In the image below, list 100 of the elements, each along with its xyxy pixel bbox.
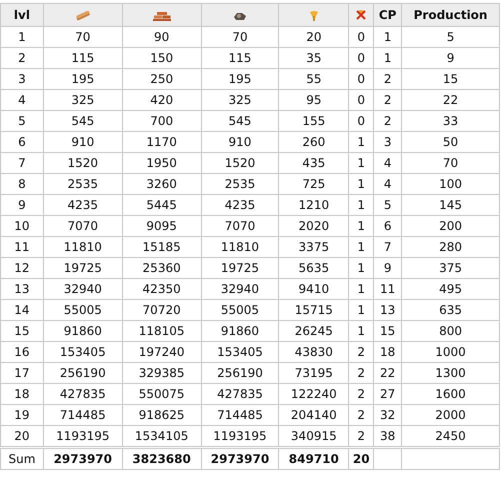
table-cell: 14 (0, 300, 44, 320)
table-cell: 145 (402, 194, 500, 216)
column-header: CP (374, 4, 402, 26)
table-cell: 9 (374, 258, 402, 278)
table-cell: 11810 (201, 236, 279, 258)
table-cell: 13 (374, 300, 402, 320)
table-cell: 325 (43, 90, 122, 110)
table-cell: 27 (374, 384, 402, 404)
table-cell: 15185 (122, 236, 202, 258)
table-cell: 115 (201, 48, 279, 68)
table-cell: 635 (402, 300, 500, 320)
table-cell: 1520 (201, 152, 279, 174)
bricks-icon (152, 10, 171, 21)
table-cell: 115 (43, 48, 122, 68)
table-cell: 32940 (43, 278, 122, 300)
table-cell: 0 (348, 90, 374, 110)
table-cell: 70 (43, 26, 122, 48)
table-cell: 197240 (122, 342, 202, 362)
table-cell: 90 (122, 26, 202, 48)
table-cell: 2 (374, 68, 402, 90)
table-cell: 55005 (201, 300, 279, 320)
table-cell: 19725 (43, 258, 122, 278)
table-cell: 1 (348, 300, 374, 320)
table-cell: 5 (374, 194, 402, 216)
table-cell: 20 (0, 426, 44, 448)
table-cell: 7 (374, 236, 402, 258)
table-cell: 545 (201, 110, 279, 132)
table-cell: 7070 (201, 216, 279, 236)
table-cell: 250 (122, 68, 202, 90)
table-cell: 4235 (43, 194, 122, 216)
table-cell: 1 (348, 152, 374, 174)
crossed-wheat-icon (356, 10, 366, 20)
table-cell: 55005 (43, 300, 122, 320)
sum-cell: 2973970 (201, 448, 279, 470)
table-cell: 1 (348, 258, 374, 278)
table-cell: 18 (0, 384, 44, 404)
table-cell: 1 (348, 194, 374, 216)
table-cell: 714485 (201, 404, 279, 426)
table-cell: 33 (402, 110, 500, 132)
sum-cell: 3823680 (122, 448, 202, 470)
table-cell: 5445 (122, 194, 202, 216)
table-cell: 918625 (122, 404, 202, 426)
table-cell: 15 (374, 320, 402, 342)
table-cell: 2 (0, 48, 44, 68)
sum-cell: 20 (348, 448, 374, 470)
table-cell: 1 (374, 26, 402, 48)
table-cell: 15715 (278, 300, 349, 320)
table-cell: 1000 (402, 342, 500, 362)
table-cell: 11 (0, 236, 44, 258)
table-cell: 22 (402, 90, 500, 110)
table-cell: 375 (402, 258, 500, 278)
table-cell: 4 (374, 174, 402, 194)
table-cell: 910 (201, 132, 279, 152)
column-header: lvl (0, 4, 44, 26)
table-cell: 20 (278, 26, 349, 48)
table-cell: 1300 (402, 362, 500, 384)
table-cell: 0 (348, 48, 374, 68)
table-cell: 1520 (43, 152, 122, 174)
table-cell: 4235 (201, 194, 279, 216)
table-cell: 6 (374, 216, 402, 236)
table-cell: 43830 (278, 342, 349, 362)
table-cell: 7070 (43, 216, 122, 236)
table-cell: 2 (374, 110, 402, 132)
table-cell: 256190 (201, 362, 279, 384)
table-cell: 9 (402, 48, 500, 68)
table-cell: 1 (348, 236, 374, 258)
table-cell: 50 (402, 132, 500, 152)
table-cell: 25360 (122, 258, 202, 278)
table-cell: 100 (402, 174, 500, 194)
table-cell: 118105 (122, 320, 202, 342)
table-cell: 204140 (278, 404, 349, 426)
table-cell: 9095 (122, 216, 202, 236)
table-cell: 195 (201, 68, 279, 90)
column-header: Production (402, 4, 500, 26)
table-cell: 2 (348, 404, 374, 426)
table-cell: 545 (43, 110, 122, 132)
table-cell: 910 (43, 132, 122, 152)
table-cell: 15 (402, 68, 500, 90)
table-cell: 325 (201, 90, 279, 110)
table-cell: 5 (0, 110, 44, 132)
table-cell: 1 (348, 216, 374, 236)
sum-cell: 849710 (278, 448, 349, 470)
table-cell: 725 (278, 174, 349, 194)
table-cell: 2 (348, 384, 374, 404)
table-cell: 12 (0, 258, 44, 278)
table-cell: 73195 (278, 362, 349, 384)
table-cell: 256190 (43, 362, 122, 384)
table-cell: 260 (278, 132, 349, 152)
wheat-icon (308, 10, 320, 22)
table-cell: 200 (402, 216, 500, 236)
sum-cell: 2973970 (43, 448, 122, 470)
table-cell: 13 (0, 278, 44, 300)
table-cell: 150 (122, 48, 202, 68)
table-cell: 427835 (201, 384, 279, 404)
table-cell: 11 (374, 278, 402, 300)
table-cell: 1 (348, 278, 374, 300)
table-cell: 153405 (201, 342, 279, 362)
table-cell: 11810 (43, 236, 122, 258)
table-cell: 5 (402, 26, 500, 48)
table-cell: 280 (402, 236, 500, 258)
